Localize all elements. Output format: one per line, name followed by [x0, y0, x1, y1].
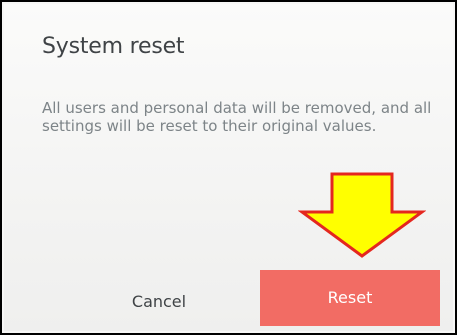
screenshot-frame: System reset All users and personal data… [0, 0, 457, 335]
dialog-message: All users and personal data will be remo… [42, 99, 432, 135]
cancel-button[interactable]: Cancel [64, 280, 254, 324]
dialog-title: System reset [42, 34, 185, 59]
down-arrow-icon [298, 172, 426, 258]
reset-button[interactable]: Reset [260, 270, 440, 326]
system-reset-dialog: System reset All users and personal data… [4, 4, 453, 331]
